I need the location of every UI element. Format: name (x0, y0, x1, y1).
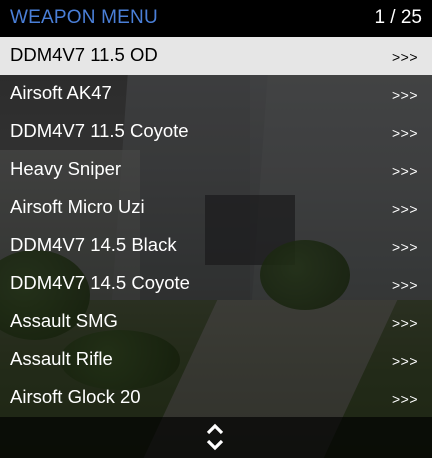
menu-item[interactable]: Airsoft Micro Uzi >>> (0, 189, 432, 227)
submenu-arrow-icon: >>> (391, 163, 418, 179)
submenu-arrow-icon: >>> (391, 125, 418, 141)
menu-item[interactable]: Heavy Sniper >>> (0, 151, 432, 189)
menu-item[interactable]: Airsoft AK47 >>> (0, 75, 432, 113)
submenu-arrow-icon: >>> (391, 353, 418, 369)
menu-item[interactable]: DDM4V7 11.5 Coyote >>> (0, 113, 432, 151)
menu-item-label: DDM4V7 14.5 Black (10, 234, 177, 255)
menu-item-label: Airsoft Micro Uzi (10, 196, 145, 217)
menu-item-label: Airsoft AK47 (10, 82, 112, 103)
submenu-arrow-icon: >>> (391, 277, 418, 293)
menu-item-label: DDM4V7 11.5 OD (10, 44, 158, 65)
menu-item-label: DDM4V7 14.5 Coyote (10, 272, 190, 293)
menu-item[interactable]: Assault Rifle >>> (0, 341, 432, 379)
menu-item[interactable]: DDM4V7 14.5 Coyote >>> (0, 265, 432, 303)
menu-item[interactable]: DDM4V7 14.5 Black >>> (0, 227, 432, 265)
menu-title: WEAPON MENU (10, 7, 158, 28)
menu-item-label: Assault Rifle (10, 348, 113, 369)
submenu-arrow-icon: >>> (391, 201, 418, 217)
menu-item-label: Heavy Sniper (10, 158, 122, 179)
weapon-menu: WEAPON MENU 1 / 25 DDM4V7 11.5 OD >>> Air… (0, 0, 432, 458)
menu-item-label: Airsoft Glock 20 (10, 386, 141, 407)
menu-item-label: Assault SMG (10, 310, 118, 331)
menu-item[interactable]: Assault SMG >>> (0, 303, 432, 341)
menu-item-label: DDM4V7 11.5 Coyote (10, 120, 189, 141)
submenu-arrow-icon: >>> (391, 315, 418, 331)
menu-item[interactable]: Airsoft Glock 20 >>> (0, 379, 432, 417)
menu-header: WEAPON MENU 1 / 25 (0, 0, 432, 37)
submenu-arrow-icon: >>> (391, 49, 418, 65)
menu-item[interactable]: DDM4V7 11.5 OD >>> (0, 37, 432, 75)
scroll-up-down-icon[interactable] (205, 422, 225, 452)
menu-page-counter: 1 / 25 (374, 7, 422, 28)
submenu-arrow-icon: >>> (391, 87, 418, 103)
submenu-arrow-icon: >>> (391, 239, 418, 255)
submenu-arrow-icon: >>> (391, 391, 418, 407)
menu-footer[interactable] (0, 417, 432, 458)
weapon-list: DDM4V7 11.5 OD >>> Airsoft AK47 >>> DDM4V7… (0, 37, 432, 417)
